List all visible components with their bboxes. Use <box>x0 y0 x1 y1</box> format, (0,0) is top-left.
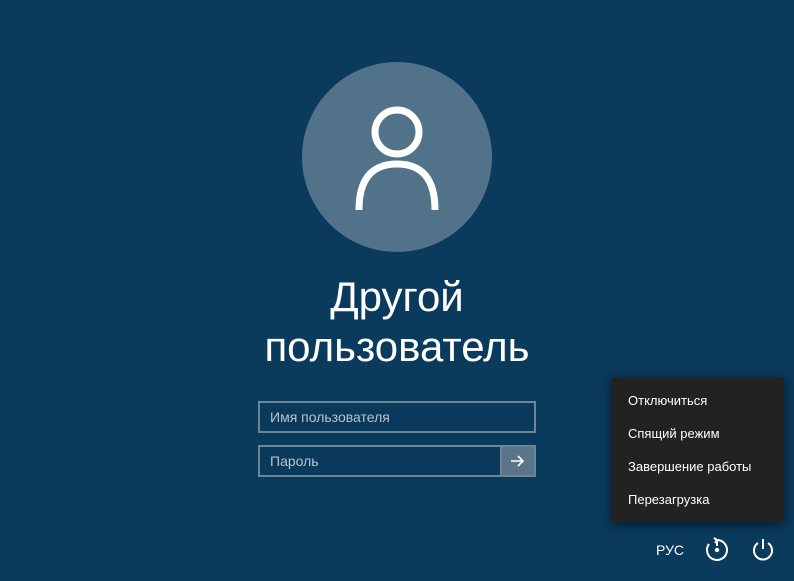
power-button[interactable] <box>750 537 776 563</box>
arrow-right-icon <box>509 452 527 470</box>
power-menu: Отключиться Спящий режим Завершение рабо… <box>612 378 784 522</box>
person-icon <box>347 102 447 212</box>
ease-of-access-icon <box>704 537 730 563</box>
menu-item-shutdown[interactable]: Завершение работы <box>612 450 784 483</box>
language-indicator[interactable]: РУС <box>656 542 684 558</box>
bottom-bar: РУС <box>656 537 776 563</box>
account-title: Другой пользователь <box>264 272 529 371</box>
power-icon <box>750 537 776 563</box>
password-input[interactable] <box>258 445 502 477</box>
menu-item-sleep[interactable]: Спящий режим <box>612 417 784 450</box>
menu-item-restart[interactable]: Перезагрузка <box>612 483 784 516</box>
username-input[interactable] <box>258 401 536 433</box>
menu-item-disconnect[interactable]: Отключиться <box>612 384 784 417</box>
user-avatar <box>302 62 492 252</box>
submit-button[interactable] <box>502 445 536 477</box>
ease-of-access-button[interactable] <box>704 537 730 563</box>
